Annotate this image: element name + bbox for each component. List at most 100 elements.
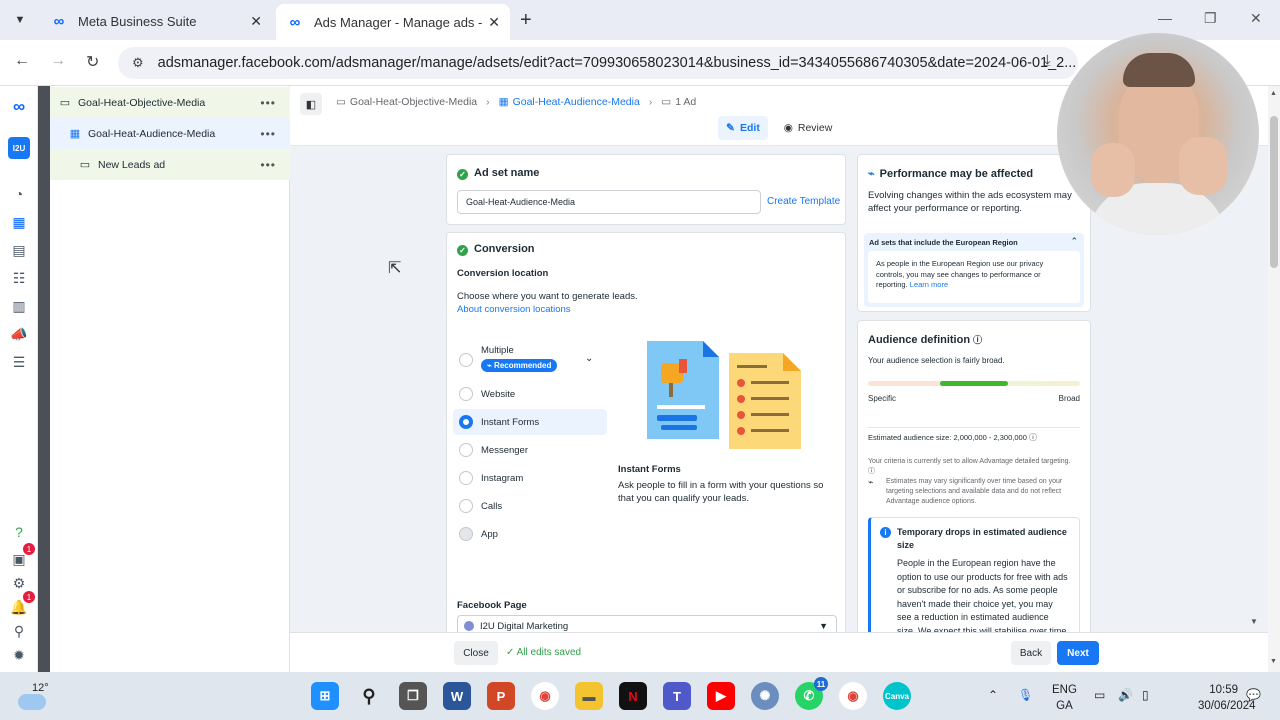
tab-search-button[interactable]: ▼	[8, 8, 32, 32]
reports-icon[interactable]: ▤	[8, 239, 30, 261]
breadcrumb-adset[interactable]: Goal-Heat-Audience-Media	[513, 96, 640, 108]
radio-button[interactable]	[459, 443, 473, 457]
option-messenger[interactable]: Messenger	[453, 437, 607, 463]
page-scrollbar[interactable]: ▲ ▼	[1268, 86, 1280, 672]
megaphone-icon[interactable]: 📣	[8, 323, 30, 345]
info-icon[interactable]: ⓘ	[973, 335, 982, 345]
tray-chevron-up-icon[interactable]: ⌃	[988, 688, 998, 702]
edit-mode-button[interactable]: ✎ Edit	[718, 116, 768, 140]
site-info-icon[interactable]: ⚙	[132, 55, 144, 71]
meta-logo-icon[interactable]: ∞	[8, 96, 30, 118]
notification-center-icon[interactable]: 💬	[1246, 688, 1261, 702]
option-calls[interactable]: Calls	[453, 493, 607, 519]
search-icon[interactable]: ⚲	[355, 682, 383, 710]
tree-item-campaign[interactable]: ▭ Goal-Heat-Objective-Media •••	[50, 87, 290, 118]
word-icon[interactable]: W	[443, 682, 471, 710]
chevron-up-icon[interactable]: ⌃	[1070, 236, 1078, 247]
forward-icon[interactable]: →	[50, 52, 66, 70]
youtube-icon[interactable]: ▶	[707, 682, 735, 710]
new-tab-button[interactable]: +	[520, 9, 532, 32]
canva-icon[interactable]: Canva	[883, 682, 911, 710]
tree-item-ad[interactable]: ▭ New Leads ad •••	[50, 149, 290, 180]
menu-icon[interactable]: ☰	[8, 351, 30, 373]
folder-icon: ▭	[336, 96, 346, 108]
volume-icon[interactable]: 🔊	[1118, 688, 1133, 702]
task-view-icon[interactable]: ❐	[399, 682, 427, 710]
chrome-profile-icon[interactable]: ◉	[839, 682, 867, 710]
reload-icon[interactable]: ↻	[86, 52, 99, 72]
radio-button[interactable]	[459, 471, 473, 485]
restore-icon[interactable]: ❐	[1204, 10, 1217, 27]
network-icon[interactable]: ▭	[1094, 688, 1105, 702]
about-conversion-locations-link[interactable]: About conversion locations	[457, 303, 571, 316]
scrollbar-thumb[interactable]	[1270, 116, 1278, 268]
tab-meta-business-suite[interactable]: ∞ Meta Business Suite ✕	[40, 6, 272, 36]
microphone-icon[interactable]: 🎙	[1018, 688, 1033, 702]
option-instant-forms[interactable]: Instant Forms	[453, 409, 607, 435]
facebook-page-select[interactable]: I2U Digital Marketing ▼	[457, 615, 837, 632]
powerpoint-icon[interactable]: P	[487, 682, 515, 710]
language-indicator[interactable]: ENG GA	[1052, 682, 1077, 714]
windows-start-icon[interactable]: ⊞	[311, 682, 339, 710]
inner-scroll-down-icon[interactable]: ▼	[1250, 617, 1258, 626]
toggle-panel-icon[interactable]: ◧	[300, 93, 322, 115]
tab-ads-manager[interactable]: ∞ Ads Manager - Manage ads - A ✕	[276, 4, 510, 40]
url-field[interactable]: ⚙ adsmanager.facebook.com/adsmanager/man…	[118, 47, 1078, 79]
radio-button[interactable]	[459, 387, 473, 401]
language-code: ENG	[1052, 684, 1077, 696]
option-instagram[interactable]: Instagram	[453, 465, 607, 491]
create-template-link[interactable]: Create Template	[767, 196, 840, 207]
adset-name-input[interactable]: Goal-Heat-Audience-Media	[457, 190, 761, 214]
option-website[interactable]: Website	[453, 381, 607, 407]
settings-app-icon[interactable]: ✺	[751, 682, 779, 710]
info-icon[interactable]: ⓘ	[868, 468, 875, 475]
close-tab-icon[interactable]: ✕	[488, 14, 500, 31]
search-icon[interactable]: ⚲	[8, 620, 30, 642]
battery-icon[interactable]: ▯	[1142, 688, 1149, 702]
account-avatar[interactable]: I2U	[8, 137, 30, 159]
next-button[interactable]: Next	[1057, 641, 1099, 665]
tree-item-adset[interactable]: ▦ Goal-Heat-Audience-Media •••	[50, 118, 290, 149]
whatsapp-icon[interactable]: ✆ 11	[795, 677, 828, 710]
more-options-icon[interactable]: •••	[260, 127, 276, 141]
option-multiple[interactable]: Multiple ⌁ Recommended	[453, 343, 607, 379]
info-icon[interactable]: ⓘ	[1029, 433, 1037, 442]
back-icon[interactable]: ←	[14, 52, 30, 70]
back-button[interactable]: Back	[1011, 641, 1051, 665]
close-tab-icon[interactable]: ✕	[250, 13, 262, 30]
breadcrumb-ads[interactable]: 1 Ad	[675, 96, 696, 108]
chrome-icon[interactable]: ◉	[531, 682, 559, 710]
learn-more-link[interactable]: Learn more	[910, 280, 948, 289]
more-options-icon[interactable]: •••	[260, 96, 276, 110]
netflix-icon[interactable]: N	[619, 682, 647, 710]
notifications-list-icon[interactable]: ▣ 1	[8, 543, 35, 570]
scroll-up-icon[interactable]: ▲	[1270, 90, 1277, 97]
review-mode-button[interactable]: ◉ Review	[778, 116, 838, 140]
system-clock[interactable]: 10:59 30/06/2024	[1198, 682, 1256, 714]
file-explorer-icon[interactable]: ▬	[575, 682, 603, 710]
option-label: App	[481, 528, 498, 540]
weather-widget[interactable]: 12°	[18, 680, 49, 710]
bug-report-icon[interactable]: ✹	[8, 644, 30, 666]
table-icon[interactable]: ▦	[8, 211, 30, 233]
more-options-icon[interactable]: •••	[260, 158, 276, 172]
billing-icon[interactable]: ▥	[8, 295, 30, 317]
option-app[interactable]: App	[453, 521, 607, 547]
help-icon[interactable]: ?	[8, 521, 30, 543]
minimize-icon[interactable]: —	[1158, 10, 1172, 26]
close-window-icon[interactable]: ✕	[1250, 10, 1262, 27]
bell-icon[interactable]: 🔔 1	[8, 591, 35, 618]
teams-icon[interactable]: T	[663, 682, 691, 710]
audiences-icon[interactable]: ☷	[8, 267, 30, 289]
scroll-down-icon[interactable]: ▼	[1270, 658, 1277, 665]
radio-button[interactable]	[459, 415, 473, 429]
chevron-down-icon[interactable]: ⌄	[585, 353, 593, 364]
radio-button[interactable]	[459, 527, 473, 541]
panel-divider[interactable]	[38, 86, 50, 672]
breadcrumb-campaign[interactable]: Goal-Heat-Objective-Media	[350, 96, 477, 108]
install-app-icon[interactable]: ⤓	[1044, 52, 1051, 69]
close-button[interactable]: Close	[454, 641, 498, 665]
radio-button[interactable]	[459, 353, 473, 367]
radio-button[interactable]	[459, 499, 473, 513]
gauge-icon[interactable]: ◔	[8, 183, 30, 205]
